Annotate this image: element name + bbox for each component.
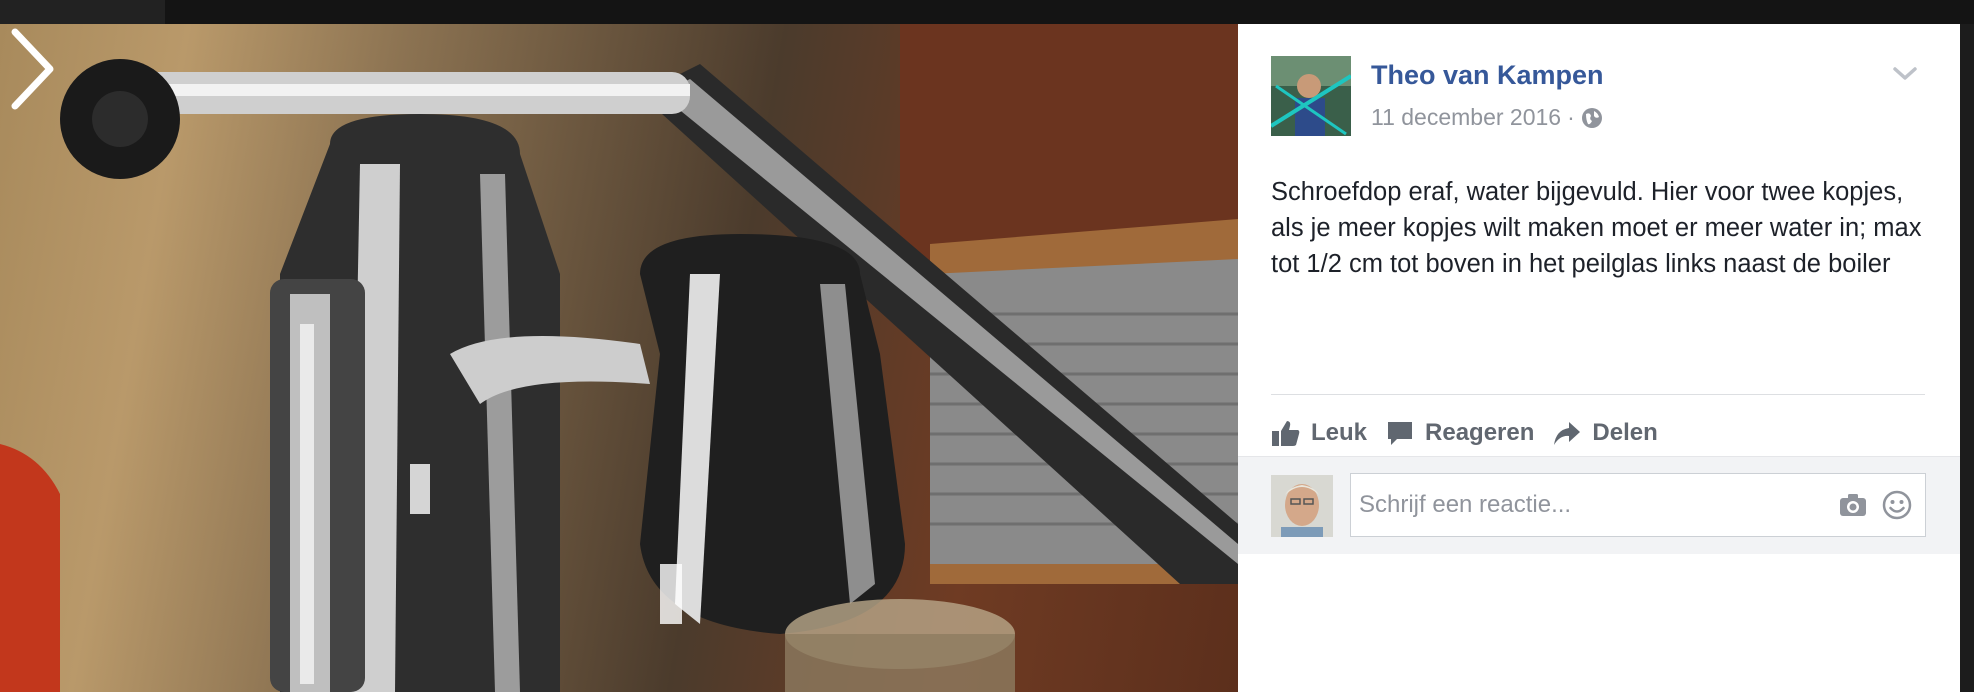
- meta-separator: ·: [1567, 104, 1575, 130]
- like-label: Leuk: [1311, 419, 1368, 446]
- comment-input-wrapper: [1350, 473, 1926, 537]
- camera-icon[interactable]: [1837, 489, 1869, 521]
- comment-label: Reageren: [1425, 419, 1535, 446]
- right-backdrop: [1960, 24, 1974, 692]
- current-user-avatar: [1271, 475, 1333, 537]
- post-photo[interactable]: [0, 24, 1238, 692]
- post-date[interactable]: 11 december 2016: [1371, 104, 1561, 131]
- next-photo-arrow-icon[interactable]: [0, 24, 60, 114]
- post-side-panel: Theo van Kampen 11 december 2016 · Schro…: [1238, 24, 1960, 692]
- post-options-chevron-down-icon[interactable]: [1890, 62, 1920, 86]
- divider: [1271, 394, 1925, 395]
- author-name-link[interactable]: Theo van Kampen: [1371, 60, 1604, 91]
- comment-composer: [1238, 456, 1960, 554]
- comment-button[interactable]: Reageren: [1385, 419, 1534, 447]
- top-bar: [0, 0, 1974, 24]
- author-avatar[interactable]: [1271, 56, 1351, 136]
- thumbs-up-icon: [1272, 421, 1300, 446]
- post-meta: 11 december 2016 ·: [1371, 104, 1603, 131]
- comment-bubble-icon: [1388, 422, 1413, 445]
- post-text: Schroefdop eraf, water bijgevuld. Hier v…: [1271, 178, 1922, 278]
- post-actions: Leuk Reageren Delen: [1271, 408, 1658, 458]
- like-button[interactable]: Leuk: [1271, 419, 1367, 447]
- globe-icon[interactable]: [1581, 107, 1603, 129]
- share-arrow-icon: [1554, 422, 1581, 445]
- comment-input[interactable]: [1351, 475, 1837, 535]
- share-button[interactable]: Delen: [1552, 419, 1658, 447]
- espresso-machine-image: [0, 24, 1238, 692]
- share-label: Delen: [1592, 419, 1658, 446]
- smiley-icon[interactable]: [1881, 489, 1913, 521]
- browser-tab-fragment: [0, 0, 165, 24]
